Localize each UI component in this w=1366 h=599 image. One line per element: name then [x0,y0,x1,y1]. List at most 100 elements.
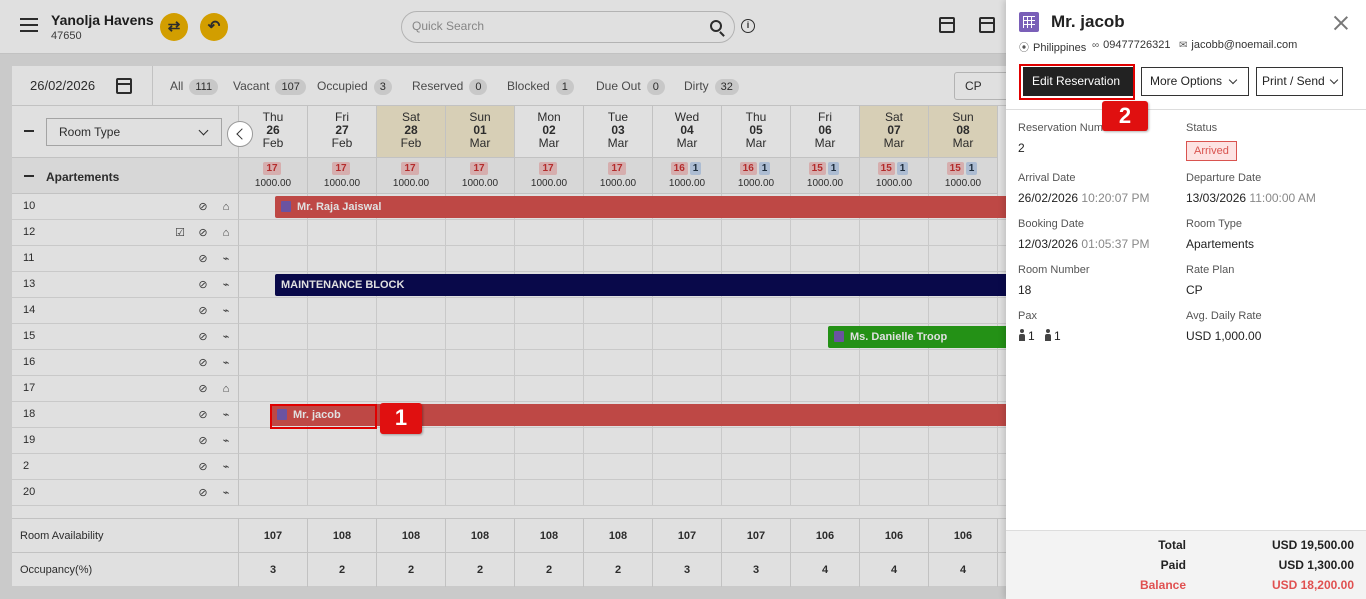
booking-bar[interactable]: Mr. Raja Jaiswal [275,196,1012,218]
day-summary: 17 1000.00 [308,158,377,194]
shuffle-icon[interactable]: ⇄ [160,13,188,41]
rate-plan-select[interactable]: CP [954,72,1014,100]
room-row[interactable]: 20 ⊘ ⌁ [12,480,239,506]
room-row[interactable]: 10 ⊘ ⌂ [12,194,239,220]
broom-icon: ⌁ [222,253,230,265]
adult-icon [1018,329,1026,341]
room-row-cells[interactable] [239,350,1012,376]
availability-label: Room Availability [12,519,239,553]
day-header: Sun 08 Mar [929,106,998,158]
close-icon[interactable] [1334,16,1348,30]
print-send-button[interactable]: Print / Send [1256,67,1343,96]
room-row[interactable]: 14 ⊘ ⌁ [12,298,239,324]
room-row-cells[interactable] [239,376,1012,402]
day-summary: 16 1 1000.00 [653,158,722,194]
calendar-icon[interactable] [116,78,132,94]
section-row[interactable]: Apartements [12,158,239,194]
room-row-cells[interactable] [239,246,1012,272]
room-row-cells[interactable] [239,298,1012,324]
filter-all[interactable]: All 111 [170,79,219,95]
child-icon [1044,329,1052,341]
filter-dirty[interactable]: Dirty 32 [684,79,739,95]
divider [152,66,153,106]
booking-bar[interactable]: Ms. Danielle Troop [828,326,1012,348]
guest-phone: ∞ 09477726321 [1092,39,1171,51]
day-summary: 17 1000.00 [584,158,653,194]
no-smoking-icon: ⊘ [198,279,208,291]
location-icon: ⦿ [1019,43,1029,54]
calendar-add-icon[interactable] [939,17,955,33]
broom-icon: ⌁ [222,279,230,291]
section-title: Apartements [46,170,120,184]
no-smoking-icon: ⊘ [198,383,208,395]
day-header: Wed 04 Mar [653,106,722,158]
day-header: Thu 05 Mar [722,106,791,158]
room-type-select[interactable]: Room Type [46,118,222,146]
no-smoking-icon: ⊘ [198,409,208,421]
departure-date: Departure Date 13/03/2026 11:00:00 AM [1186,172,1316,205]
availability-value: 107 [722,519,791,553]
filter-reserved[interactable]: Reserved 0 [412,79,488,95]
room-row[interactable]: 18 ⊘ ⌁ [12,402,239,428]
day-header: Sat 07 Mar [860,106,929,158]
pax: Pax 1 1 [1018,310,1061,343]
availability-value: 107 [239,519,308,553]
step-marker: 2 [1102,101,1148,131]
no-smoking-icon: ⊘ [198,201,208,213]
quick-search[interactable] [401,11,735,43]
arrival-date: Arrival Date 26/02/2026 10:20:07 PM [1018,172,1150,205]
room-row[interactable]: 17 ⊘ ⌂ [12,376,239,402]
room-row-cells[interactable] [239,480,1012,506]
search-icon[interactable] [710,20,722,32]
occupancy-value: 3 [239,553,308,587]
no-smoking-icon: ⊘ [198,227,208,239]
room-row-cells[interactable] [239,220,1012,246]
broom-icon: ⌁ [222,461,230,473]
maintenance-block-bar[interactable]: MAINTENANCE BLOCK [275,274,1012,296]
date-display[interactable]: 26/02/2026 [30,78,95,93]
broom-icon: ⌁ [222,305,230,317]
undo-icon[interactable]: ↶ [200,13,228,41]
filter-toolbar: 26/02/2026 All 111 Vacant 107 Occupied 3 Re… [12,66,1014,106]
filter-blocked[interactable]: Blocked 1 [507,79,574,95]
collapse-icon[interactable] [24,175,34,177]
occupancy-value: 4 [929,553,998,587]
room-row[interactable]: 19 ⊘ ⌁ [12,428,239,454]
filter-vacant[interactable]: Vacant 107 [233,79,306,95]
collapse-icon[interactable] [24,130,34,132]
availability-value: 108 [377,519,446,553]
rate-plan: Rate Plan CP [1186,264,1235,297]
room-row[interactable]: 11 ⊘ ⌁ [12,246,239,272]
room-row[interactable]: 13 ⊘ ⌁ [12,272,239,298]
grid-header-left: Room Type [12,106,239,158]
housekeeping-icon: ⌂ [222,383,230,395]
room-row[interactable]: 15 ⊘ ⌁ [12,324,239,350]
guest-email: ✉ jacobb@noemail.com [1179,39,1298,51]
info-icon[interactable]: i [741,19,755,33]
filter-occupied[interactable]: Occupied 3 [317,79,392,95]
search-input[interactable] [412,19,702,33]
previous-dates-button[interactable] [227,121,253,147]
filter-due-out[interactable]: Due Out 0 [596,79,665,95]
day-summary: 17 1000.00 [515,158,584,194]
day-summary: 16 1 1000.00 [722,158,791,194]
room-row[interactable]: 2 ⊘ ⌁ [12,454,239,480]
room-type: Room Type Apartements [1186,218,1255,251]
room-row-cells[interactable] [239,454,1012,480]
housekeeping-icon: ⌂ [222,227,230,239]
day-header: Sat 28 Feb [377,106,446,158]
day-summary: 15 1 1000.00 [929,158,998,194]
calendar-check-icon[interactable] [979,17,995,33]
highlight-box [1019,64,1135,100]
no-smoking-icon: ⊘ [198,487,208,499]
checkbox-icon: ☑ [175,227,185,239]
room-row[interactable]: 16 ⊘ ⌁ [12,350,239,376]
room-row[interactable]: 12 ☑ ⊘ ⌂ [12,220,239,246]
booking-date: Booking Date 12/03/2026 01:05:37 PM [1018,218,1150,251]
guest-name: Mr. jacob [1051,12,1125,31]
occupancy-value: 4 [860,553,929,587]
availability-row: Room Availability 107 108 108 108 108 10… [12,518,1012,553]
room-row-cells[interactable] [239,428,1012,454]
menu-icon[interactable] [20,18,38,32]
more-options-button[interactable]: More Options [1141,67,1249,96]
